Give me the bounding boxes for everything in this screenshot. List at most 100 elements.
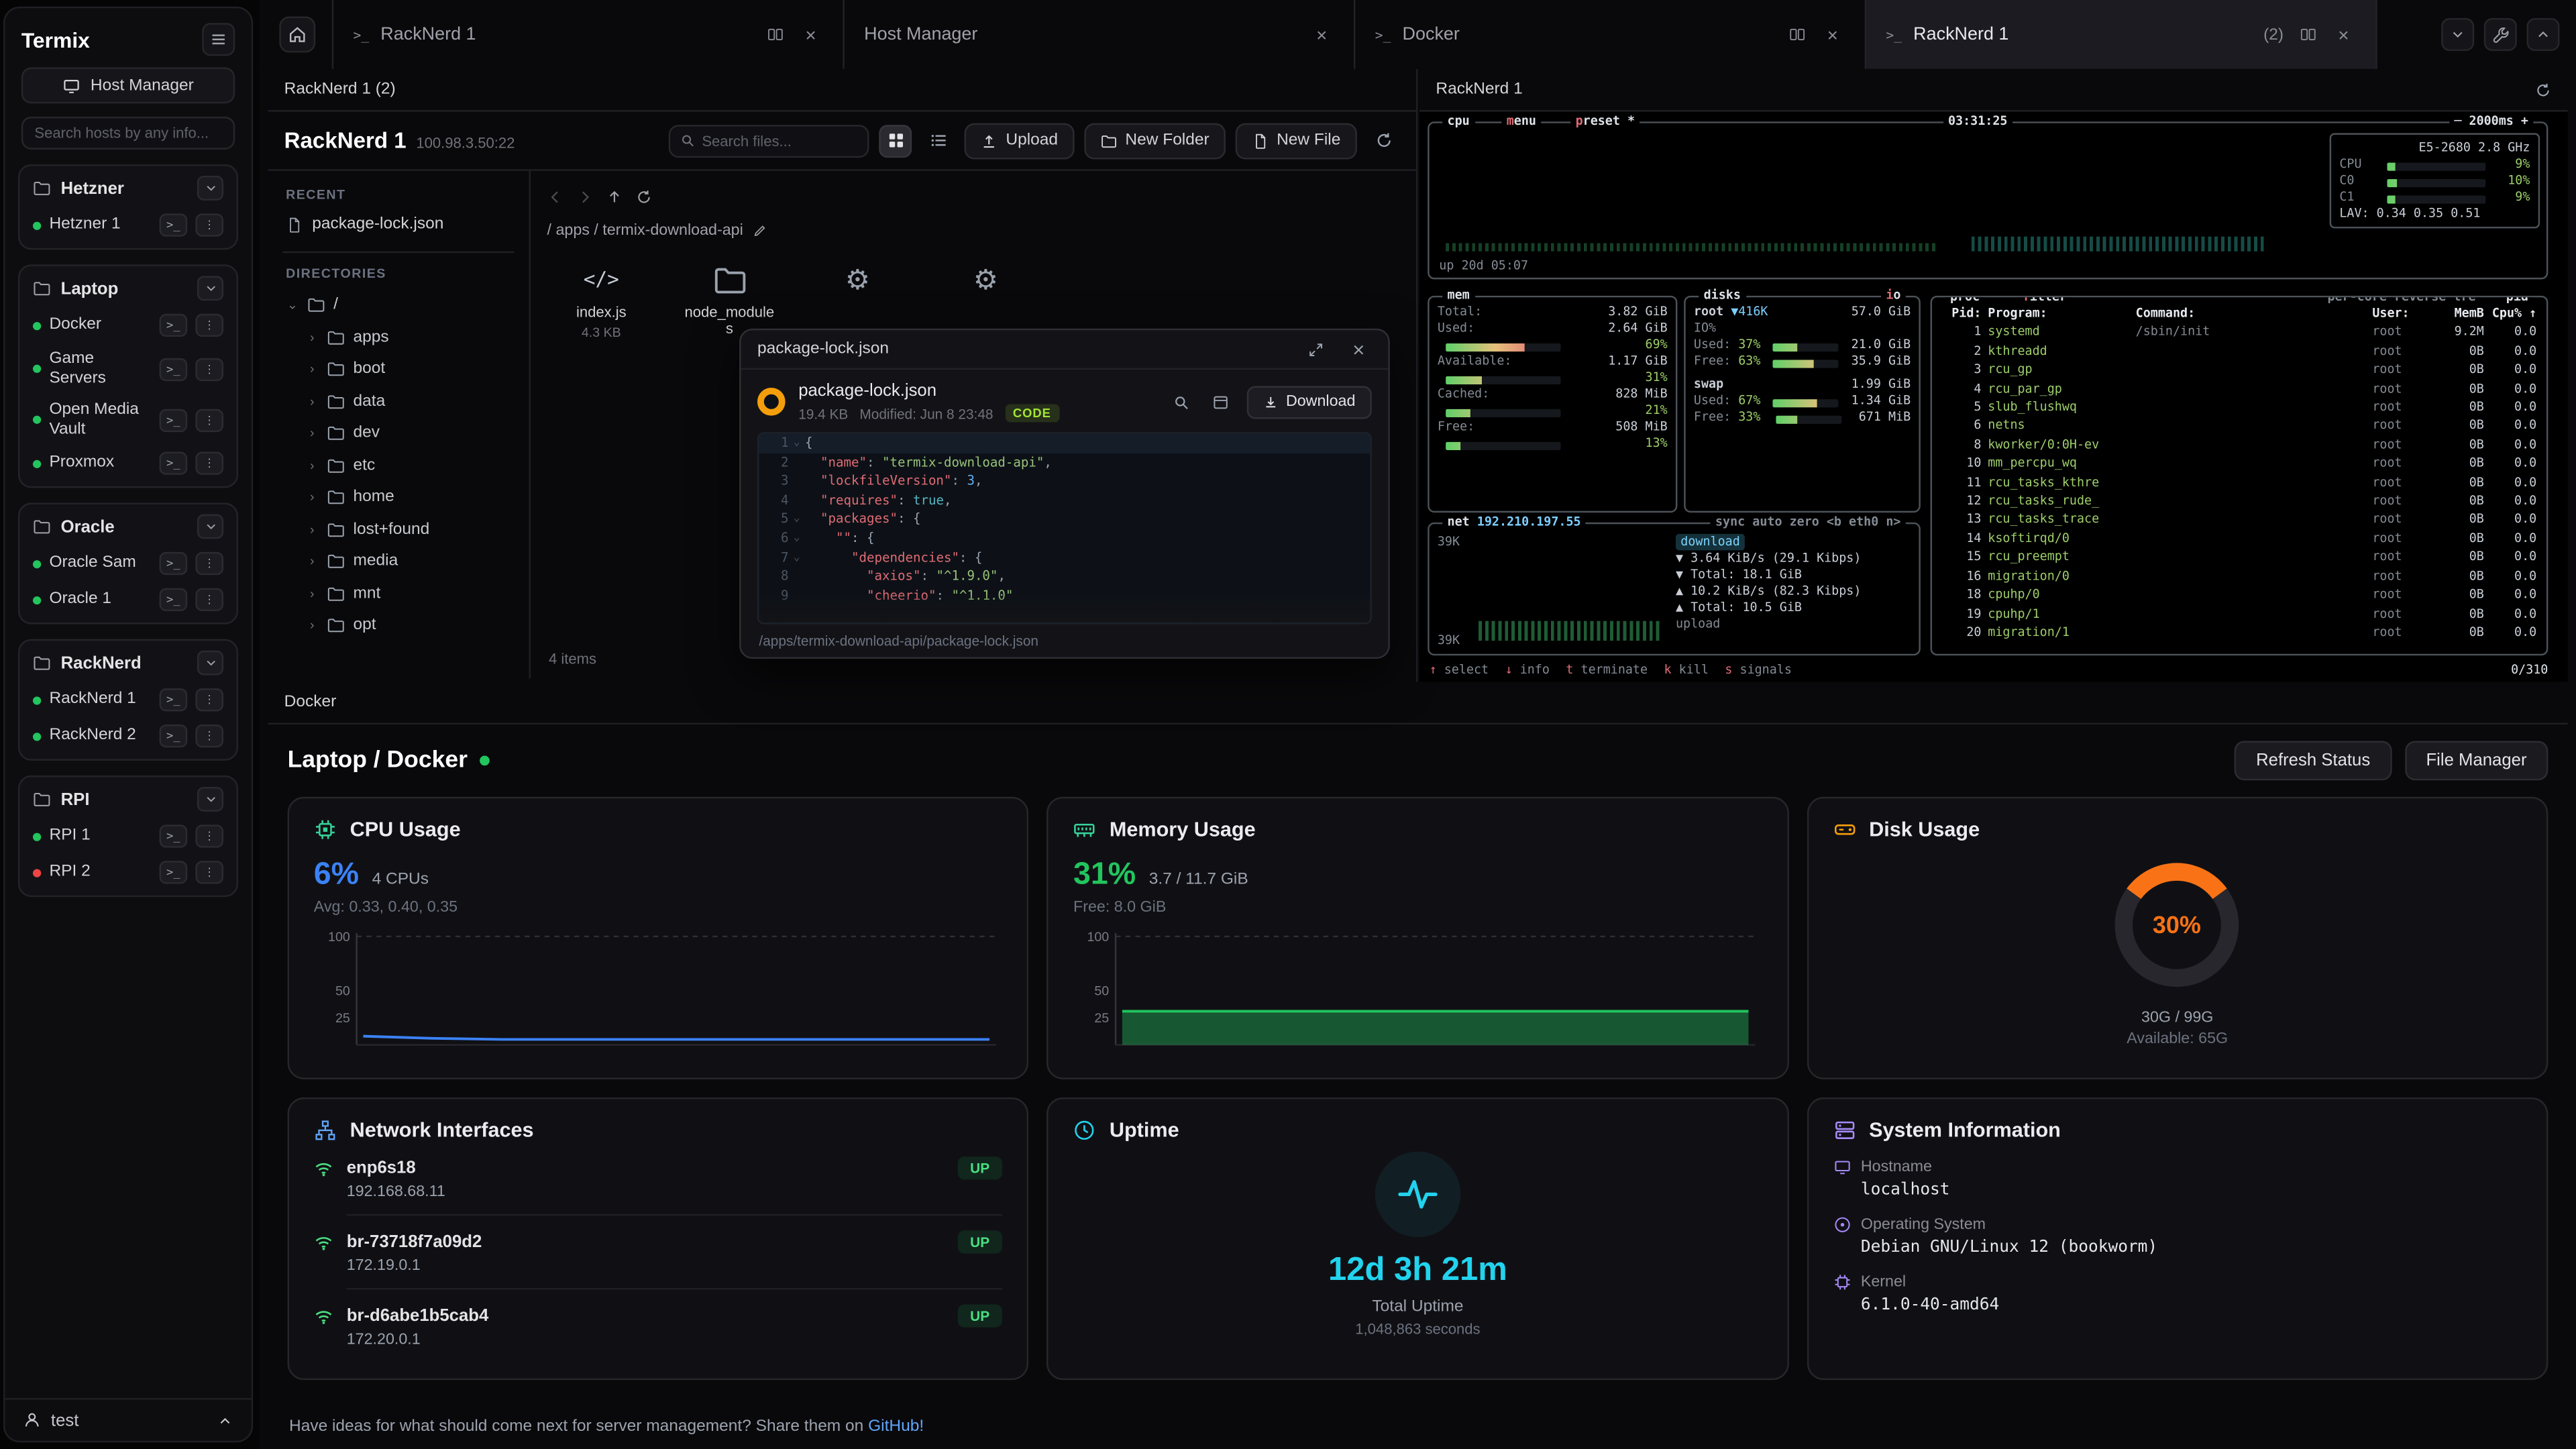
list-view-button[interactable]	[922, 124, 955, 157]
open-terminal-button[interactable]: >_	[160, 451, 188, 474]
file-search-input[interactable]	[702, 132, 858, 148]
host-menu-button[interactable]: ⋮	[195, 409, 223, 431]
host-group-header[interactable]: Hetzner	[26, 171, 230, 205]
tools-wrench-button[interactable]	[2484, 18, 2517, 51]
host-item-racknerd-2[interactable]: RackNerd 2 >_ ⋮	[26, 720, 230, 753]
tree-item-apps[interactable]: ›apps	[282, 321, 514, 354]
open-terminal-button[interactable]: >_	[160, 588, 188, 611]
tree-item-home[interactable]: ›home	[282, 482, 514, 514]
refresh-status-button[interactable]: Refresh Status	[2235, 741, 2392, 780]
split-tab-button[interactable]	[762, 22, 787, 47]
host-item-docker[interactable]: Docker >_ ⋮	[26, 309, 230, 341]
tree-item-lost-found[interactable]: ›lost+found	[282, 513, 514, 545]
collapse-tabbar-button[interactable]	[2527, 18, 2560, 51]
search-in-file-icon[interactable]	[1168, 388, 1194, 415]
new-folder-button[interactable]: New Folder	[1084, 122, 1226, 158]
tree-item-etc[interactable]: ›etc	[282, 449, 514, 482]
open-terminal-button[interactable]: >_	[160, 688, 188, 711]
tree-item-boot[interactable]: ›boot	[282, 354, 514, 386]
tree-item-media[interactable]: ›media	[282, 545, 514, 578]
host-search-input[interactable]	[21, 117, 235, 150]
refresh-files-button[interactable]	[1367, 124, 1400, 157]
host-item-game-servers[interactable]: Game Servers >_ ⋮	[26, 345, 230, 392]
file-item-index-js[interactable]: </> index.js 4.3 KB	[553, 260, 649, 340]
host-item-oracle-1[interactable]: Oracle 1 >_ ⋮	[26, 583, 230, 616]
expand-modal-icon[interactable]	[1303, 336, 1329, 362]
sidebar-menu-button[interactable]	[202, 23, 235, 56]
host-group-header[interactable]: Laptop	[26, 271, 230, 305]
code-preview[interactable]: 1⌄{2 "name": "termix-download-api",3 "lo…	[757, 432, 1372, 625]
breadcrumb[interactable]: / apps / termix-download-api	[547, 222, 743, 240]
split-tab-button[interactable]	[2295, 22, 2320, 47]
open-terminal-button[interactable]: >_	[160, 552, 188, 575]
tab-docker-2[interactable]: >_ Docker	[1355, 0, 1866, 69]
nav-back-button[interactable]	[547, 189, 564, 205]
tree-root[interactable]: ⌄/	[282, 289, 514, 321]
host-menu-button[interactable]: ⋮	[195, 688, 223, 711]
reconnect-terminal-icon[interactable]	[2535, 81, 2551, 97]
host-menu-button[interactable]: ⋮	[195, 588, 223, 611]
host-group-header[interactable]: RPI	[26, 782, 230, 816]
close-tab-button[interactable]	[1820, 22, 1845, 47]
github-link[interactable]: GitHub!	[868, 1417, 924, 1436]
split-tab-button[interactable]	[1784, 22, 1809, 47]
file-manager-open-button[interactable]: File Manager	[2405, 741, 2548, 780]
upload-button[interactable]: Upload	[965, 122, 1074, 158]
close-tab-button[interactable]	[2331, 22, 2356, 47]
close-modal-icon[interactable]	[1346, 336, 1372, 362]
new-file-button[interactable]: New File	[1236, 122, 1357, 158]
open-terminal-button[interactable]: >_	[160, 314, 188, 337]
host-menu-button[interactable]: ⋮	[195, 824, 223, 847]
host-item-rpi-1[interactable]: RPI 1 >_ ⋮	[26, 820, 230, 853]
host-menu-button[interactable]: ⋮	[195, 724, 223, 747]
tab-racknerd-1-0[interactable]: >_ RackNerd 1	[333, 0, 845, 69]
chevron-up-icon[interactable]	[217, 1412, 233, 1428]
home-button[interactable]	[279, 16, 315, 52]
open-terminal-button[interactable]: >_	[160, 861, 188, 883]
tree-item-opt[interactable]: ›opt	[282, 610, 514, 642]
terminal-screen[interactable]: cpu menu preset * 03:31:25 ─ 2000ms + E5…	[1419, 112, 2568, 682]
grid-view-button[interactable]	[879, 124, 912, 157]
collapse-group-button[interactable]	[197, 176, 223, 201]
nav-forward-button[interactable]	[577, 189, 593, 205]
tree-item-dev[interactable]: ›dev	[282, 417, 514, 449]
recent-item[interactable]: package-lock.json	[282, 210, 514, 238]
open-terminal-button[interactable]: >_	[160, 824, 188, 847]
host-manager-button[interactable]: Host Manager	[21, 67, 235, 103]
host-item-hetzner-1[interactable]: Hetzner 1 >_ ⋮	[26, 209, 230, 241]
host-item-oracle-sam[interactable]: Oracle Sam >_ ⋮	[26, 547, 230, 580]
tab-host-manager-1[interactable]: Host Manager	[845, 0, 1356, 69]
close-tab-button[interactable]	[798, 22, 823, 47]
host-menu-button[interactable]: ⋮	[195, 213, 223, 236]
host-menu-button[interactable]: ⋮	[195, 552, 223, 575]
nav-up-button[interactable]	[606, 189, 623, 205]
tab-racknerd-1-3[interactable]: >_ RackNerd 1 (2)	[1866, 0, 2377, 69]
host-item-rpi-2[interactable]: RPI 2 >_ ⋮	[26, 856, 230, 889]
host-group-header[interactable]: RackNerd	[26, 645, 230, 680]
edit-path-icon[interactable]	[753, 223, 767, 238]
host-menu-button[interactable]: ⋮	[195, 314, 223, 337]
collapse-group-button[interactable]	[197, 515, 223, 539]
download-button[interactable]: Download	[1246, 385, 1372, 418]
host-item-open-media-vault[interactable]: Open Media Vault >_ ⋮	[26, 396, 230, 443]
host-item-racknerd-1[interactable]: RackNerd 1 >_ ⋮	[26, 684, 230, 716]
open-terminal-button[interactable]: >_	[160, 213, 188, 236]
host-group-header[interactable]: Oracle	[26, 509, 230, 543]
host-item-proxmox[interactable]: Proxmox >_ ⋮	[26, 447, 230, 480]
close-tab-button[interactable]	[1309, 22, 1334, 47]
tree-item-mnt[interactable]: ›mnt	[282, 578, 514, 610]
open-terminal-button[interactable]: >_	[160, 358, 188, 380]
open-terminal-button[interactable]: >_	[160, 724, 188, 747]
nav-refresh-button[interactable]	[636, 189, 652, 205]
tab-list-dropdown-button[interactable]	[2441, 18, 2474, 51]
collapse-group-button[interactable]	[197, 787, 223, 812]
host-menu-button[interactable]: ⋮	[195, 358, 223, 380]
open-terminal-button[interactable]: >_	[160, 409, 188, 431]
collapse-group-button[interactable]	[197, 276, 223, 301]
host-menu-button[interactable]: ⋮	[195, 861, 223, 883]
toggle-preview-icon[interactable]	[1207, 388, 1233, 415]
user-footer[interactable]: test	[5, 1398, 251, 1441]
host-menu-button[interactable]: ⋮	[195, 451, 223, 474]
collapse-group-button[interactable]	[197, 651, 223, 676]
tree-item-data[interactable]: ›data	[282, 385, 514, 417]
